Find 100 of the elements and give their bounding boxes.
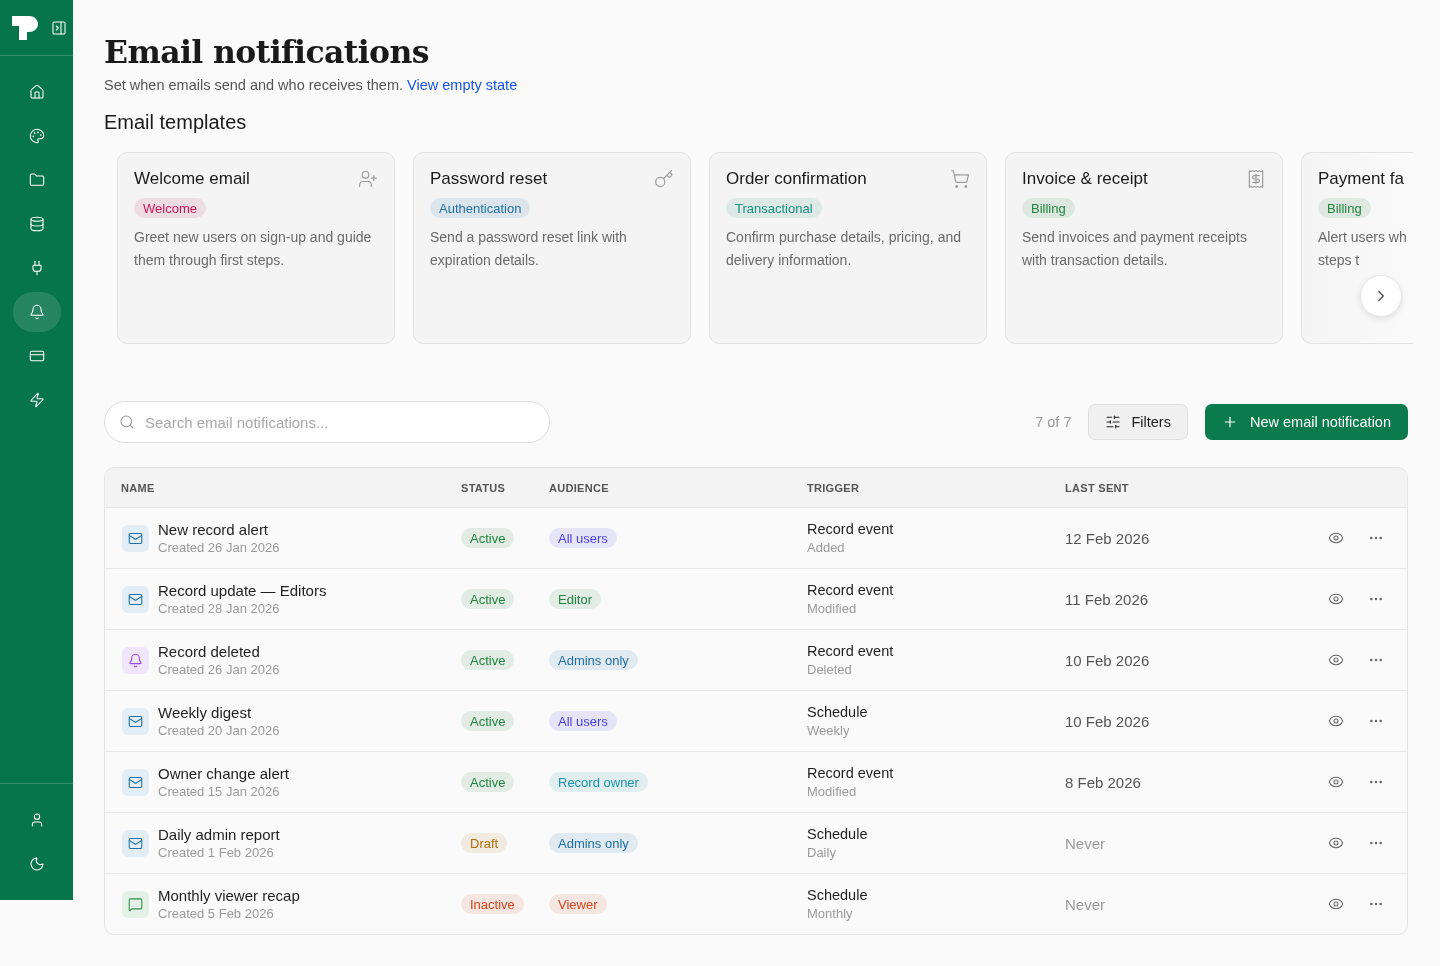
card-title: Invoice & receipt bbox=[1022, 168, 1148, 190]
page-title: Email notifications bbox=[104, 32, 429, 72]
template-card[interactable]: Password reset Authentication Send a password reset link with expiration details. bbox=[413, 152, 691, 344]
filters-button[interactable]: Filters bbox=[1088, 404, 1188, 440]
mail-icon bbox=[122, 524, 149, 552]
receipt-icon bbox=[1246, 169, 1266, 189]
card-title: Payment fa bbox=[1318, 168, 1404, 190]
trigger-event: Record event bbox=[807, 520, 894, 539]
cart-icon bbox=[950, 169, 970, 189]
notification-name: Monthly viewer recap bbox=[158, 886, 300, 905]
status-tag: Inactive bbox=[461, 894, 524, 914]
card-title: Order confirmation bbox=[726, 168, 867, 190]
credit-card-icon bbox=[28, 348, 45, 364]
notification-name: Record update — Editors bbox=[158, 581, 327, 600]
notification-name: Record deleted bbox=[158, 642, 260, 661]
notification-name: Daily admin report bbox=[158, 825, 280, 844]
logo-icon bbox=[12, 15, 38, 40]
trigger-event: Schedule bbox=[807, 886, 868, 905]
created-date: Created 20 Jan 2026 bbox=[158, 722, 280, 739]
trigger-detail: Added bbox=[807, 539, 845, 556]
sidebar-toggle-button[interactable] bbox=[50, 18, 68, 37]
eye-icon bbox=[1328, 591, 1344, 607]
eye-icon bbox=[1328, 652, 1344, 668]
moon-icon bbox=[28, 856, 45, 872]
created-date: Created 5 Feb 2026 bbox=[158, 905, 274, 922]
search-field[interactable]: Search email notifications... bbox=[104, 401, 550, 443]
template-card[interactable]: Order confirmation Transactional Confirm purchase details, pricing, and delivery information. bbox=[709, 152, 987, 344]
lightning-icon bbox=[28, 392, 45, 408]
eye-icon bbox=[1328, 713, 1344, 729]
view-empty-state-link[interactable]: View empty state bbox=[407, 77, 518, 93]
trigger-event: Schedule bbox=[807, 703, 868, 722]
card-description: Send a password reset link with expiration details. bbox=[430, 228, 628, 270]
mail-icon bbox=[122, 585, 149, 613]
database-icon bbox=[28, 216, 45, 232]
audience-tag: All users bbox=[549, 711, 617, 731]
eye-icon bbox=[1328, 530, 1344, 546]
last-sent-date: Never bbox=[1065, 895, 1105, 913]
section-heading: Email templates bbox=[104, 110, 248, 135]
last-sent-date: 10 Feb 2026 bbox=[1065, 651, 1150, 669]
column-header: STATUS bbox=[461, 481, 506, 494]
eye-icon bbox=[1328, 835, 1344, 851]
card-title: Welcome email bbox=[134, 168, 250, 190]
created-date: Created 1 Feb 2026 bbox=[158, 844, 274, 861]
trigger-event: Record event bbox=[807, 764, 894, 783]
category-tag: Transactional bbox=[726, 198, 822, 218]
column-header: TRIGGER bbox=[807, 481, 860, 494]
column-header: NAME bbox=[121, 481, 155, 494]
audience-tag: All users bbox=[549, 528, 617, 548]
page-subtitle: Set when emails send and who receives them. View empty state bbox=[104, 76, 518, 95]
folder-icon bbox=[28, 172, 45, 188]
template-card[interactable]: Welcome email Welcome Greet new users on sign-up and guide them through first steps. bbox=[117, 152, 395, 344]
last-sent-date: Never bbox=[1065, 834, 1105, 852]
trigger-detail: Modified bbox=[807, 783, 857, 800]
card-description: Send invoices and payment receipts with transaction details. bbox=[1022, 228, 1248, 270]
status-tag: Active bbox=[461, 528, 515, 548]
audience-tag: Record owner bbox=[549, 772, 648, 792]
column-header: AUDIENCE bbox=[549, 481, 609, 494]
card-title: Password reset bbox=[430, 168, 548, 190]
column-header: LAST SENT bbox=[1065, 481, 1129, 494]
card-description: Greet new users on sign-up and guide them through first steps. bbox=[134, 228, 373, 270]
audience-tag: Viewer bbox=[549, 894, 607, 914]
home-icon bbox=[28, 84, 45, 100]
eye-icon bbox=[1328, 774, 1344, 790]
trigger-detail: Daily bbox=[807, 844, 836, 861]
trigger-detail: Monthly bbox=[807, 905, 853, 922]
category-tag: Billing bbox=[1318, 198, 1371, 218]
search-icon bbox=[119, 414, 135, 430]
bell-icon bbox=[28, 304, 45, 320]
notification-name: Owner change alert bbox=[158, 764, 289, 783]
trigger-detail: Deleted bbox=[807, 661, 852, 678]
category-tag: Welcome bbox=[134, 198, 206, 218]
last-sent-date: 10 Feb 2026 bbox=[1065, 712, 1150, 730]
trigger-event: Record event bbox=[807, 581, 894, 600]
mail-icon bbox=[122, 768, 149, 796]
key-icon bbox=[654, 169, 674, 189]
last-sent-date: 12 Feb 2026 bbox=[1065, 529, 1150, 547]
new-notification-button[interactable]: New email notification bbox=[1204, 404, 1408, 440]
card-description: Confirm purchase details, pricing, and delivery information. bbox=[726, 228, 962, 270]
panel-icon bbox=[51, 19, 67, 36]
last-sent-date: 8 Feb 2026 bbox=[1065, 773, 1141, 791]
status-tag: Active bbox=[461, 650, 515, 670]
palette-icon bbox=[28, 128, 45, 144]
template-card[interactable]: Payment fa Billing Alert users wh steps t bbox=[1301, 152, 1413, 344]
created-date: Created 28 Jan 2026 bbox=[158, 600, 280, 617]
audience-tag: Editor bbox=[549, 589, 601, 609]
sidebar-item[interactable] bbox=[12, 292, 61, 332]
trigger-event: Record event bbox=[807, 642, 894, 661]
card-description: Alert users wh steps t bbox=[1318, 228, 1408, 270]
bell-icon bbox=[122, 646, 149, 674]
last-sent-date: 11 Feb 2026 bbox=[1065, 590, 1149, 608]
template-card[interactable]: Invoice & receipt Billing Send invoices and payment receipts with transaction details. bbox=[1005, 152, 1283, 344]
category-tag: Billing bbox=[1022, 198, 1075, 218]
mail-icon bbox=[122, 829, 149, 857]
status-tag: Active bbox=[461, 711, 515, 731]
trigger-event: Schedule bbox=[807, 825, 868, 844]
trigger-detail: Modified bbox=[807, 600, 857, 617]
status-tag: Draft bbox=[461, 833, 508, 853]
notification-name: Weekly digest bbox=[158, 703, 252, 722]
audience-tag: Admins only bbox=[549, 650, 638, 670]
created-date: Created 26 Jan 2026 bbox=[158, 539, 280, 556]
